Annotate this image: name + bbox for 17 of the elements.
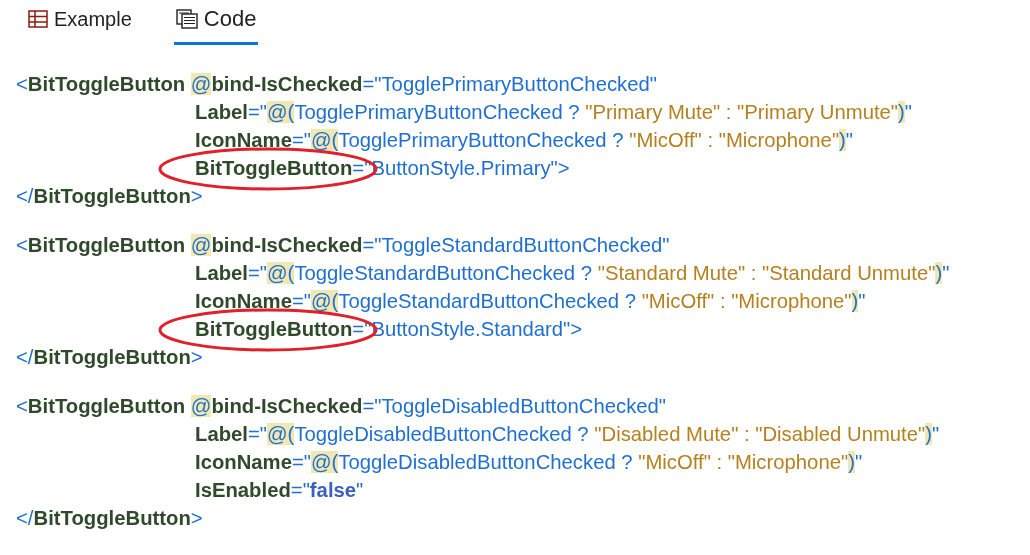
code-line: Label="@(ToggleStandardButtonChecked ? "Standard Mute" : "Standard Unmute")" [195, 261, 950, 286]
table-icon [28, 10, 48, 28]
code-line: <BitToggleButton @bind-IsChecked="ToggleDisabledButtonChecked" [16, 394, 667, 419]
code-line: IconName="@(ToggleDisabledButtonChecked ? "MicOff" : "Microphone")" [195, 450, 863, 475]
code-line: <BitToggleButton @bind-IsChecked="ToggleStandardButtonChecked" [16, 233, 670, 258]
code-line: IconName="@(ToggleStandardButtonChecked ? "MicOff" : "Microphone")" [195, 289, 866, 314]
document-icon [175, 9, 198, 29]
code-line: </BitToggleButton> [16, 184, 203, 209]
code-line: <BitToggleButton @bind-IsChecked="TogglePrimaryButtonChecked" [16, 72, 657, 97]
tab[interactable]: Example [26, 4, 134, 45]
code-line: IsEnabled="false" [195, 478, 364, 503]
code-line: </BitToggleButton> [16, 345, 203, 370]
code-line: Label="@(TogglePrimaryButtonChecked ? "Primary Mute" : "Primary Unmute")" [195, 100, 912, 125]
code-line: Label="@(ToggleDisabledButtonChecked ? "Disabled Mute" : "Disabled Unmute")" [195, 422, 940, 447]
tab[interactable]: Code [173, 4, 259, 45]
code-line: </BitToggleButton> [16, 506, 203, 531]
code-line: IconName="@(TogglePrimaryButtonChecked ? "MicOff" : "Microphone")" [195, 128, 854, 153]
